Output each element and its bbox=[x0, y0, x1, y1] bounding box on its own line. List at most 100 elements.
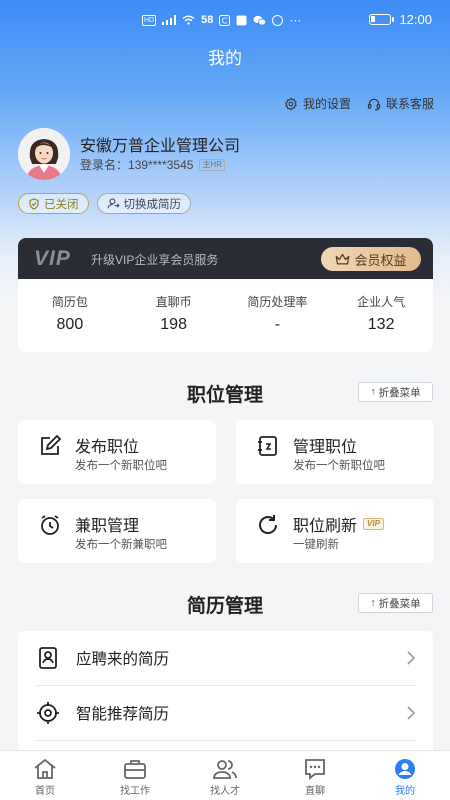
arrow-up-icon: ↑ bbox=[370, 597, 376, 609]
target-icon bbox=[37, 702, 59, 724]
tab-label: 直聊 bbox=[305, 786, 325, 797]
profile-card: 安徽万普企业管理公司 登录名：139****3545 主HR bbox=[18, 128, 438, 180]
position-fold-button[interactable]: ↑ 折叠菜单 bbox=[358, 382, 433, 402]
card-title: 兼职管理 bbox=[75, 518, 140, 535]
card-subtitle: 一键刷新 bbox=[293, 539, 339, 551]
stat-value: - bbox=[274, 316, 281, 333]
vip-promo-text: 升级VIP企业享会员服务 bbox=[91, 253, 219, 267]
users-icon bbox=[213, 760, 237, 779]
member-benefits-label: 会员权益 bbox=[354, 252, 407, 268]
top-links: 我的设置 联系客服 bbox=[284, 95, 434, 112]
card-subtitle: 发布一个新职位吧 bbox=[293, 460, 385, 472]
login-label: 登录名： bbox=[80, 158, 129, 172]
avatar-image bbox=[18, 128, 70, 180]
home-icon bbox=[34, 758, 56, 779]
avatar[interactable] bbox=[18, 128, 70, 180]
arrow-up-icon: ↑ bbox=[370, 386, 376, 398]
member-benefits-button[interactable]: 会员权益 bbox=[321, 247, 421, 271]
more-icon: ··· bbox=[289, 13, 302, 27]
stat-value: 800 bbox=[56, 316, 84, 333]
card-subtitle: 发布一个新职位吧 bbox=[75, 460, 167, 472]
part-time-card[interactable]: 兼职管理 发布一个新兼职吧 bbox=[18, 499, 216, 563]
headset-icon bbox=[367, 98, 381, 110]
app-notification-icon bbox=[272, 14, 284, 26]
tab-find-talent[interactable]: 找人才 bbox=[180, 751, 270, 800]
settings-link[interactable]: 我的设置 bbox=[284, 95, 351, 112]
refresh-icon bbox=[259, 515, 278, 534]
tab-find-job[interactable]: 找工作 bbox=[90, 751, 180, 800]
manage-job-card[interactable]: 管理职位 发布一个新职位吧 bbox=[236, 420, 434, 484]
card-title: 发布职位 bbox=[75, 439, 140, 456]
app-notification-icon bbox=[236, 15, 247, 25]
list-item-label: 应聘来的简历 bbox=[76, 651, 170, 668]
card-title: 管理职位 bbox=[293, 439, 358, 456]
stat-popularity[interactable]: 企业人气 132 bbox=[329, 279, 433, 352]
stat-value: 132 bbox=[367, 316, 395, 333]
switch-label: 切换成简历 bbox=[123, 198, 182, 211]
chevron-right-icon bbox=[407, 651, 416, 665]
signal-icon bbox=[162, 15, 177, 25]
resume-list: 应聘来的简历 智能推荐简历 bbox=[18, 631, 433, 761]
briefcase-icon bbox=[124, 760, 146, 779]
stat-label: 企业人气 bbox=[357, 295, 406, 309]
stats-panel: 简历包 800 直聊币 198 简历处理率 - 企业人气 132 bbox=[18, 279, 433, 352]
job-manage-icon bbox=[258, 436, 277, 456]
card-subtitle: 发布一个新兼职吧 bbox=[75, 539, 167, 551]
list-item-label: 智能推荐简历 bbox=[76, 706, 170, 723]
edit-icon bbox=[41, 434, 62, 455]
chevron-right-icon bbox=[407, 706, 416, 720]
settings-label: 我的设置 bbox=[302, 97, 351, 111]
publish-job-card[interactable]: 发布职位 发布一个新职位吧 bbox=[18, 420, 216, 484]
crown-icon bbox=[336, 253, 350, 264]
switch-to-resume-button[interactable]: 切换成简历 bbox=[96, 193, 191, 214]
profile-actions: 已关闭 切换成简历 bbox=[18, 193, 191, 214]
stat-value: 198 bbox=[160, 316, 187, 333]
battery-icon bbox=[369, 14, 395, 25]
login-info: 登录名：139****3545 主HR bbox=[80, 156, 225, 173]
tab-mine[interactable]: 我的 bbox=[360, 751, 450, 800]
tab-home[interactable]: 首页 bbox=[0, 751, 90, 800]
refresh-job-card[interactable]: 职位刷新 VIP 一键刷新 bbox=[236, 499, 434, 563]
tab-label: 我的 bbox=[395, 786, 415, 797]
status-icons: HD 58 C ··· bbox=[142, 13, 301, 27]
page-title: 我的 bbox=[208, 49, 242, 68]
wifi-icon bbox=[182, 15, 195, 25]
status-right: 12:00 bbox=[369, 12, 432, 27]
status-toggle-button[interactable]: 已关闭 bbox=[18, 193, 89, 214]
svg-text:C: C bbox=[222, 16, 228, 25]
hd-badge: HD bbox=[142, 14, 157, 26]
tab-label: 首页 bbox=[35, 786, 55, 797]
status-bar: HD 58 C ··· 12:00 bbox=[0, 0, 450, 38]
stat-resume-rate[interactable]: 简历处理率 - bbox=[226, 279, 330, 352]
list-item-recommended-resumes[interactable]: 智能推荐简历 bbox=[36, 686, 416, 740]
divider bbox=[36, 740, 416, 741]
tab-label: 找人才 bbox=[210, 786, 240, 797]
clock-icon bbox=[41, 515, 59, 535]
list-item-applied-resumes[interactable]: 应聘来的简历 bbox=[36, 631, 416, 685]
status-time: 12:00 bbox=[399, 12, 432, 27]
role-badge: 主HR bbox=[199, 158, 225, 171]
network-speed: 58 bbox=[201, 14, 214, 26]
shield-check-icon bbox=[29, 197, 39, 210]
wechat-icon bbox=[253, 15, 267, 25]
company-name: 安徽万普企业管理公司 bbox=[80, 138, 241, 155]
fold-label: 折叠菜单 bbox=[378, 386, 421, 399]
resume-fold-button[interactable]: ↑ 折叠菜单 bbox=[358, 593, 433, 613]
tab-label: 找工作 bbox=[120, 786, 150, 797]
user-switch-icon bbox=[107, 198, 120, 209]
tab-chat[interactable]: 直聊 bbox=[270, 751, 360, 800]
stat-resume-pack[interactable]: 简历包 800 bbox=[18, 279, 122, 352]
vip-tag: VIP bbox=[363, 518, 384, 530]
chat-icon bbox=[305, 759, 325, 780]
vip-logo: VIP bbox=[34, 247, 71, 270]
status-label: 已关闭 bbox=[44, 198, 79, 211]
stat-chat-coins[interactable]: 直聊币 198 bbox=[122, 279, 226, 352]
user-circle-icon bbox=[395, 759, 415, 779]
stat-label: 直聊币 bbox=[155, 295, 192, 309]
vip-banner[interactable]: VIP 升级VIP企业享会员服务 会员权益 bbox=[18, 238, 433, 279]
app-notification-icon: C bbox=[219, 14, 231, 26]
card-title: 职位刷新 VIP bbox=[293, 512, 384, 536]
gear-icon bbox=[285, 96, 297, 111]
customer-service-link[interactable]: 联系客服 bbox=[367, 95, 434, 112]
bottom-tab-bar: 首页 找工作 找人才 直聊 我的 bbox=[0, 750, 450, 800]
